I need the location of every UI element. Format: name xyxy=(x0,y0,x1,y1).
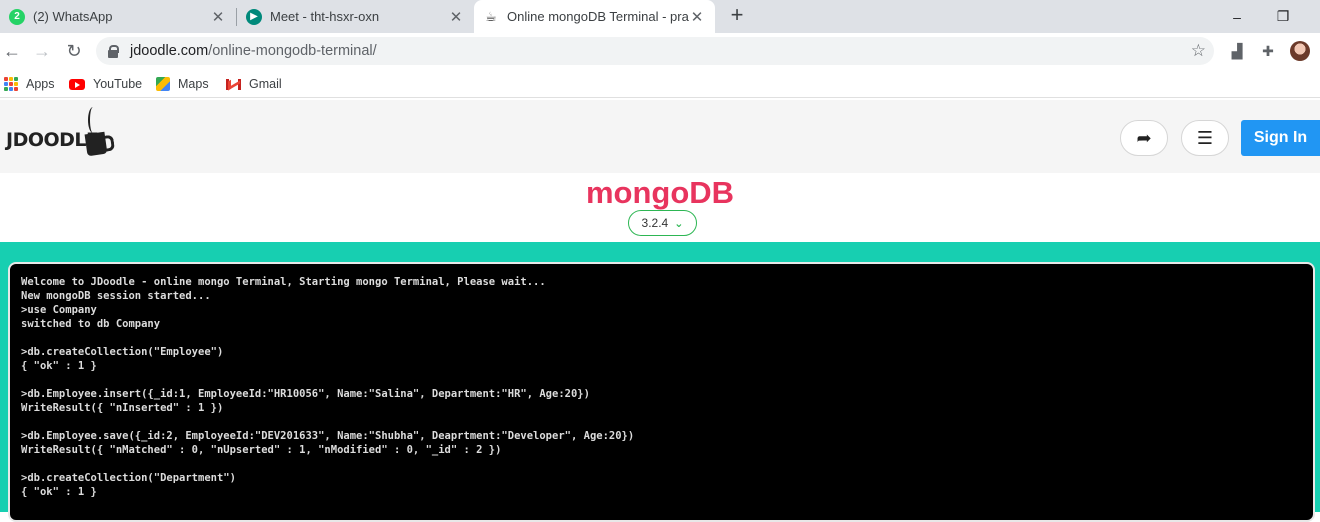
new-tab-button[interactable]: + xyxy=(727,4,747,26)
terminal-line: { "ok" : 1 } xyxy=(21,486,97,498)
analytics-extension-icon[interactable]: ▟ xyxy=(1228,42,1246,60)
tab-title: Online mongoDB Terminal - prac xyxy=(507,9,689,24)
forward-arrow-icon[interactable]: → xyxy=(30,39,54,63)
browser-tab-strip: 2 (2) WhatsApp ✕ ▶ Meet - tht-hsxr-oxn ✕… xyxy=(0,0,1320,33)
terminal-line: { "ok" : 1 } xyxy=(21,360,97,372)
mongo-terminal[interactable]: Welcome to JDoodle - online mongo Termin… xyxy=(8,262,1315,522)
terminal-line: >use Company xyxy=(21,304,97,316)
address-bar[interactable]: jdoodle.com/online-mongodb-terminal/ ☆ xyxy=(96,37,1214,65)
bookmark-gmail[interactable]: Gmail xyxy=(226,75,282,93)
extensions-puzzle-icon[interactable]: ✚ xyxy=(1259,42,1277,60)
bookmark-label: Apps xyxy=(26,77,55,91)
bookmark-label: YouTube xyxy=(93,77,143,91)
terminal-line: >db.Employee.save({_id:2, EmployeeId:"DE… xyxy=(21,430,635,442)
close-tab-icon[interactable]: ✕ xyxy=(210,9,226,26)
bookmark-label: Maps xyxy=(178,77,209,91)
reload-icon[interactable]: ↻ xyxy=(62,39,86,63)
bookmark-apps[interactable]: Apps xyxy=(4,75,55,93)
meet-icon: ▶ xyxy=(246,8,262,25)
maximize-button[interactable]: ❐ xyxy=(1260,0,1306,33)
terminal-line: WriteResult({ "nInserted" : 1 }) xyxy=(21,402,224,414)
terminal-line: switched to db Company xyxy=(21,318,161,330)
bookmark-star-icon[interactable]: ☆ xyxy=(1191,41,1206,61)
version-select[interactable]: 3.2.4 ⌄ xyxy=(628,210,697,236)
gmail-icon xyxy=(226,78,241,90)
bookmark-maps[interactable]: Maps xyxy=(156,75,209,93)
back-arrow-icon[interactable]: ← xyxy=(0,39,24,63)
browser-toolbar: ← → ↻ jdoodle.com/online-mongodb-termina… xyxy=(0,33,1320,69)
terminal-line: WriteResult({ "nMatched" : 0, "nUpserted… xyxy=(21,444,502,456)
hamburger-menu-icon: ☰ xyxy=(1196,127,1214,148)
minimize-button[interactable]: – xyxy=(1214,0,1260,33)
apps-grid-icon xyxy=(4,77,18,91)
youtube-icon xyxy=(69,78,85,90)
close-tab-icon[interactable]: ✕ xyxy=(689,9,705,26)
version-value: 3.2.4 xyxy=(641,216,669,230)
tab-title: (2) WhatsApp xyxy=(33,9,113,24)
tab-whatsapp[interactable]: 2 (2) WhatsApp ✕ xyxy=(0,0,236,33)
coffee-cup-icon xyxy=(84,131,108,157)
sign-in-button[interactable]: Sign In xyxy=(1241,120,1320,156)
jdoodle-icon: ☕ xyxy=(485,8,497,24)
close-tab-icon[interactable]: ✕ xyxy=(448,9,464,26)
lock-icon xyxy=(108,44,119,58)
url-text: jdoodle.com/online-mongodb-terminal/ xyxy=(130,43,377,59)
tab-jdoodle-mongodb[interactable]: ☕ Online mongoDB Terminal - prac ✕ xyxy=(474,0,715,33)
terminal-line: >db.createCollection("Department") xyxy=(21,472,236,484)
profile-avatar[interactable] xyxy=(1290,41,1310,61)
whatsapp-icon: 2 xyxy=(9,8,25,25)
share-button[interactable]: ➦ xyxy=(1120,120,1168,156)
terminal-line: New mongoDB session started... xyxy=(21,290,211,302)
bookmark-youtube[interactable]: YouTube xyxy=(69,75,142,93)
terminal-line: >db.Employee.insert({_id:1, EmployeeId:"… xyxy=(21,388,590,400)
language-title: mongoDB xyxy=(585,175,735,210)
terminal-line: Welcome to JDoodle - online mongo Termin… xyxy=(21,276,546,288)
terminal-line: >db.createCollection("Employee") xyxy=(21,346,224,358)
jdoodle-logo[interactable]: JDOODLE xyxy=(6,105,114,165)
tab-title: Meet - tht-hsxr-oxn xyxy=(270,9,380,24)
tab-meet[interactable]: ▶ Meet - tht-hsxr-oxn ✕ xyxy=(237,0,474,33)
chevron-down-icon: ⌄ xyxy=(674,217,684,230)
bookmark-label: Gmail xyxy=(249,77,282,91)
bookmarks-bar: Apps YouTube Maps Gmail xyxy=(0,69,1320,98)
menu-button[interactable]: ☰ xyxy=(1181,120,1229,156)
share-arrow-icon: ➦ xyxy=(1136,127,1152,148)
maps-icon xyxy=(156,77,170,91)
terminal-container: Welcome to JDoodle - online mongo Termin… xyxy=(0,242,1320,522)
